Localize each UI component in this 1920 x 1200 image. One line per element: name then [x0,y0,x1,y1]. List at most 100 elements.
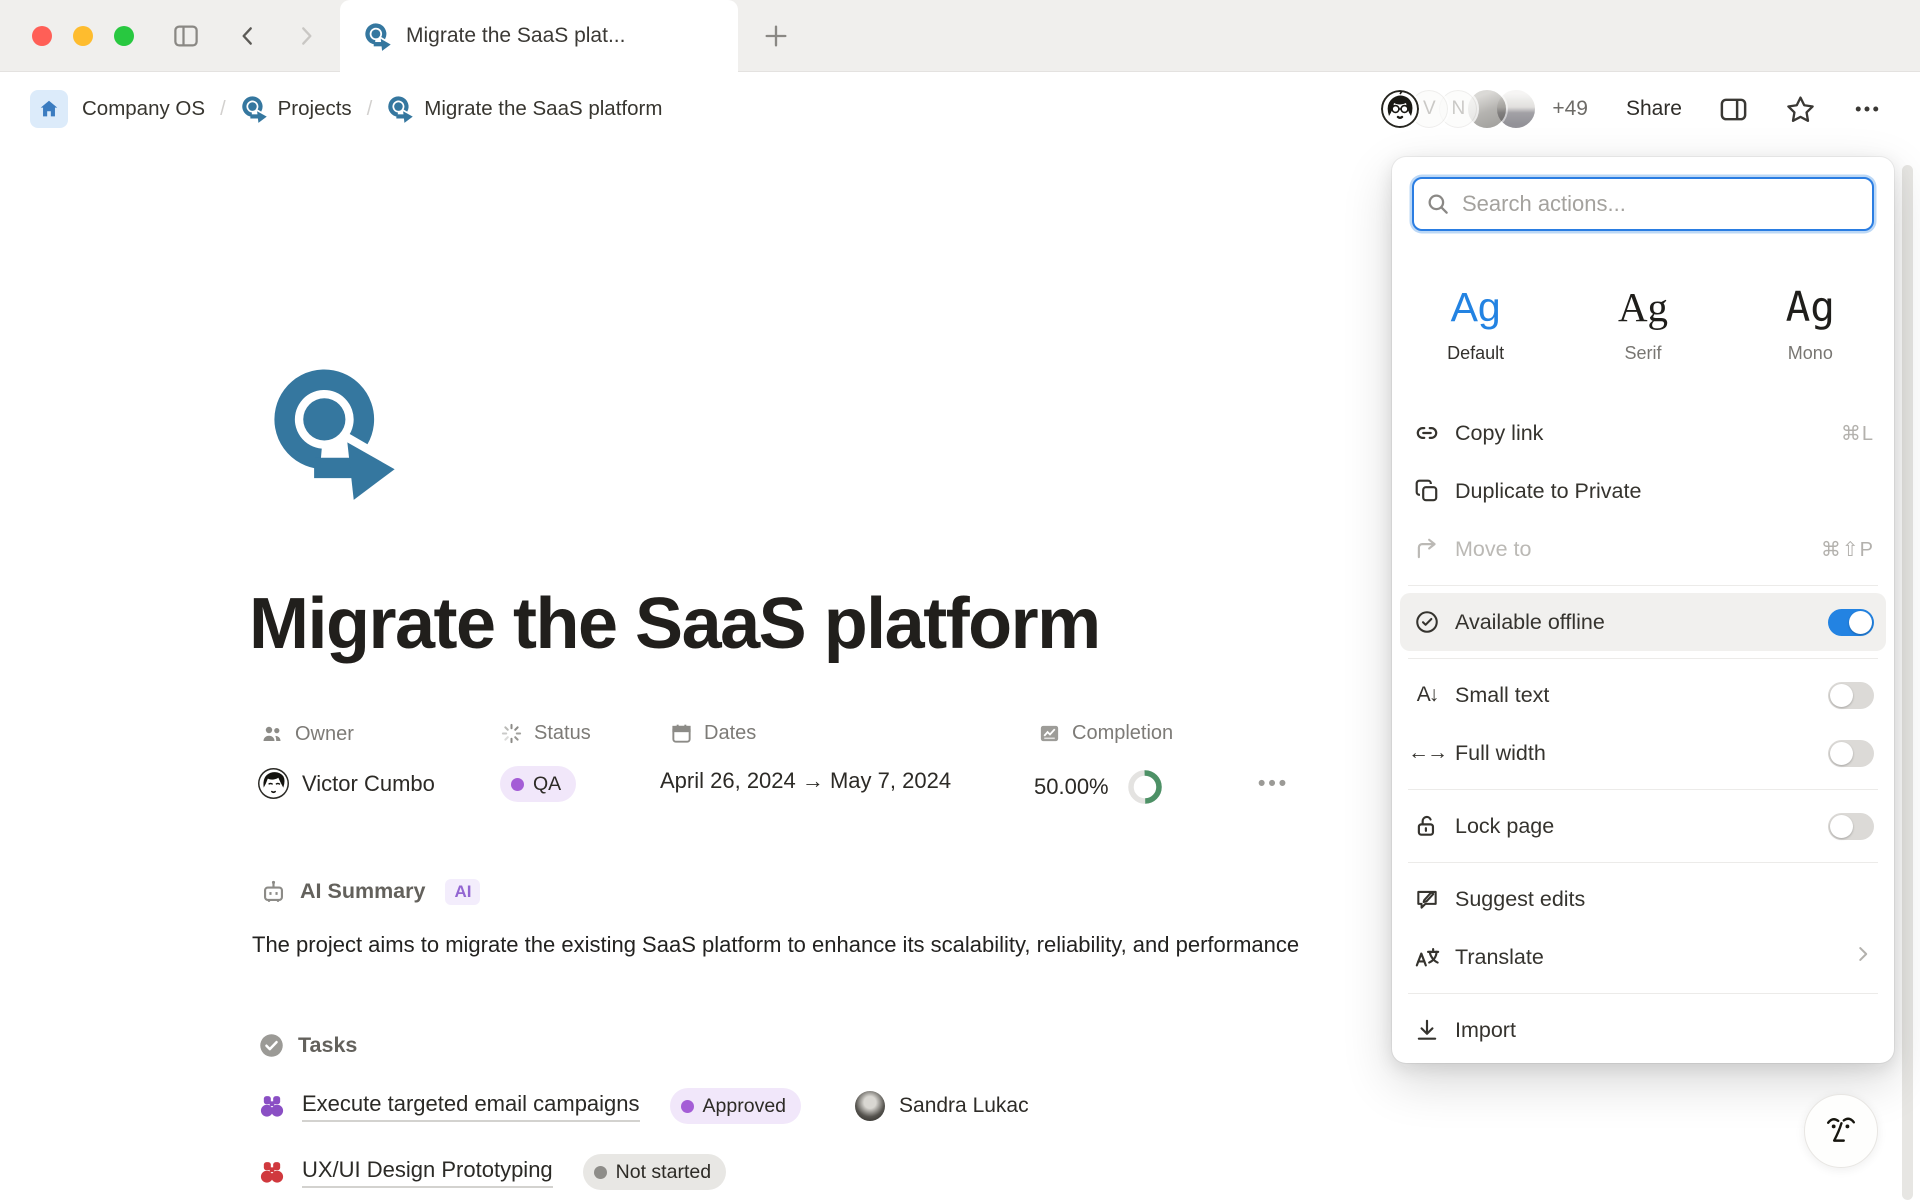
owner-avatar [258,768,289,799]
breadcrumb-separator: / [367,98,373,121]
link-icon [1412,420,1442,446]
page-title[interactable]: Migrate the SaaS platform [249,583,1100,665]
menu-divider [1408,658,1878,659]
page-icon[interactable] [268,358,396,510]
property-label-owner[interactable]: Owner [260,722,354,746]
suggest-edits-icon [1412,886,1442,912]
menu-item-copy-link[interactable]: Copy link ⌘L [1392,404,1894,462]
breadcrumb-item-workspace[interactable]: Company OS [82,97,205,121]
notion-ai-face-button[interactable] [1804,1094,1878,1168]
favorite-star-icon[interactable] [1785,94,1816,125]
task-assignee[interactable]: Sandra Lukac [855,1091,1029,1121]
page-options-menu: Ag Default Ag Serif Ag Mono Copy link [1392,157,1894,1063]
forward-icon[interactable] [288,18,324,54]
ai-summary-heading[interactable]: AI Summary AI [260,878,480,905]
property-owner-value[interactable]: Victor Cumbo [258,768,435,799]
menu-item-move-to[interactable]: Move to ⌘⇧P [1392,520,1894,578]
small-text-icon: A↓ [1412,683,1442,707]
ai-face-icon [1819,1109,1863,1153]
header-actions: V N +49 Share [1379,88,1882,130]
menu-item-translate[interactable]: Translate [1392,928,1894,986]
menu-item-duplicate[interactable]: Duplicate to Private [1392,462,1894,520]
property-label-status[interactable]: Status [500,722,591,745]
assignee-avatar [855,1091,885,1121]
completion-ring [1126,768,1164,806]
menu-divider [1408,789,1878,790]
font-style-options: Ag Default Ag Serif Ag Mono [1392,253,1894,398]
duplicate-icon [1412,478,1442,504]
collaborator-avatars[interactable]: V N [1379,88,1537,130]
menu-item-small-text[interactable]: A↓ Small text [1392,666,1894,724]
status-pill: QA [500,766,576,802]
page-logo-icon [387,94,413,124]
breadcrumb: Company OS / Projects / Migrate the SaaS… [30,90,662,128]
available-offline-toggle[interactable] [1828,609,1874,636]
font-option-default[interactable]: Ag Default [1392,253,1559,398]
property-label-dates[interactable]: Dates [670,722,756,745]
import-icon [1412,1017,1442,1043]
menu-divider [1408,585,1878,586]
property-dates-value[interactable]: April 26, 2024 → May 7, 2024 [660,768,951,794]
menu-divider [1408,862,1878,863]
more-properties-button[interactable]: ••• [1258,772,1289,796]
status-spinner-icon [500,722,523,745]
back-icon[interactable] [230,18,266,54]
translate-icon [1412,944,1442,971]
task-row: Execute targeted email campaigns Approve… [258,1088,1029,1124]
menu-item-import[interactable]: Import [1392,1001,1894,1059]
small-text-toggle[interactable] [1828,682,1874,709]
lock-page-toggle[interactable] [1828,813,1874,840]
robot-icon [260,878,287,905]
property-status-value[interactable]: QA [500,766,576,802]
full-width-icon: ←→ [1412,741,1442,765]
search-actions-input[interactable] [1412,177,1874,231]
menu-divider [1408,993,1878,994]
window-controls [32,26,134,46]
shortcut-hint: ⌘L [1841,421,1874,446]
task-status-pill[interactable]: Not started [583,1154,726,1190]
full-width-toggle[interactable] [1828,740,1874,767]
ai-summary-text: The project aims to migrate the existing… [252,932,1299,958]
share-button[interactable]: Share [1626,97,1682,121]
font-option-mono[interactable]: Ag Mono [1727,253,1894,398]
menu-item-full-width[interactable]: ←→ Full width [1392,724,1894,782]
browser-tab-bar: Migrate the SaaS plat... [0,0,1920,72]
task-status-pill[interactable]: Approved [670,1088,801,1124]
breadcrumb-item-projects[interactable]: Projects [278,97,352,121]
collaborators-overflow-count[interactable]: +49 [1552,97,1588,121]
calendar-icon [670,722,693,745]
search-icon [1425,191,1451,222]
breadcrumb-separator: / [220,98,226,121]
tab-title: Migrate the SaaS plat... [406,24,625,48]
font-option-serif[interactable]: Ag Serif [1559,253,1726,398]
projects-icon [241,94,267,124]
menu-item-suggest-edits[interactable]: Suggest edits [1392,870,1894,928]
home-icon[interactable] [30,90,68,128]
close-window-button[interactable] [32,26,52,46]
people-icon [260,722,284,746]
tasks-heading[interactable]: Tasks [258,1032,357,1059]
unlock-icon [1412,813,1442,839]
task-link[interactable]: Execute targeted email campaigns [302,1091,640,1122]
page-scrollbar[interactable] [1902,165,1913,1200]
page-header: Company OS / Projects / Migrate the SaaS… [0,73,1920,145]
task-link[interactable]: UX/UI Design Prototyping [302,1157,553,1188]
task-row: UX/UI Design Prototyping Not started [258,1154,726,1190]
new-tab-icon[interactable] [758,18,794,54]
sidebar-toggle-icon[interactable] [168,18,204,54]
browser-tab[interactable]: Migrate the SaaS plat... [340,0,738,72]
menu-item-available-offline[interactable]: Available offline [1400,593,1886,651]
breadcrumb-item-page[interactable]: Migrate the SaaS platform [424,97,662,121]
tab-page-logo-icon [364,21,391,52]
property-completion-value[interactable]: 50.00% [1034,768,1164,806]
ai-badge: AI [445,879,480,905]
minimize-window-button[interactable] [73,26,93,46]
more-options-icon[interactable] [1852,94,1882,124]
chevron-right-icon [1852,943,1874,971]
property-label-completion[interactable]: Completion [1038,722,1173,745]
app-window: Migrate the SaaS plat... Company OS / Pr… [0,0,1920,1200]
zoom-window-button[interactable] [114,26,134,46]
menu-item-lock-page[interactable]: Lock page [1392,797,1894,855]
binoculars-icon [258,1092,286,1120]
side-peek-icon[interactable] [1718,94,1749,125]
